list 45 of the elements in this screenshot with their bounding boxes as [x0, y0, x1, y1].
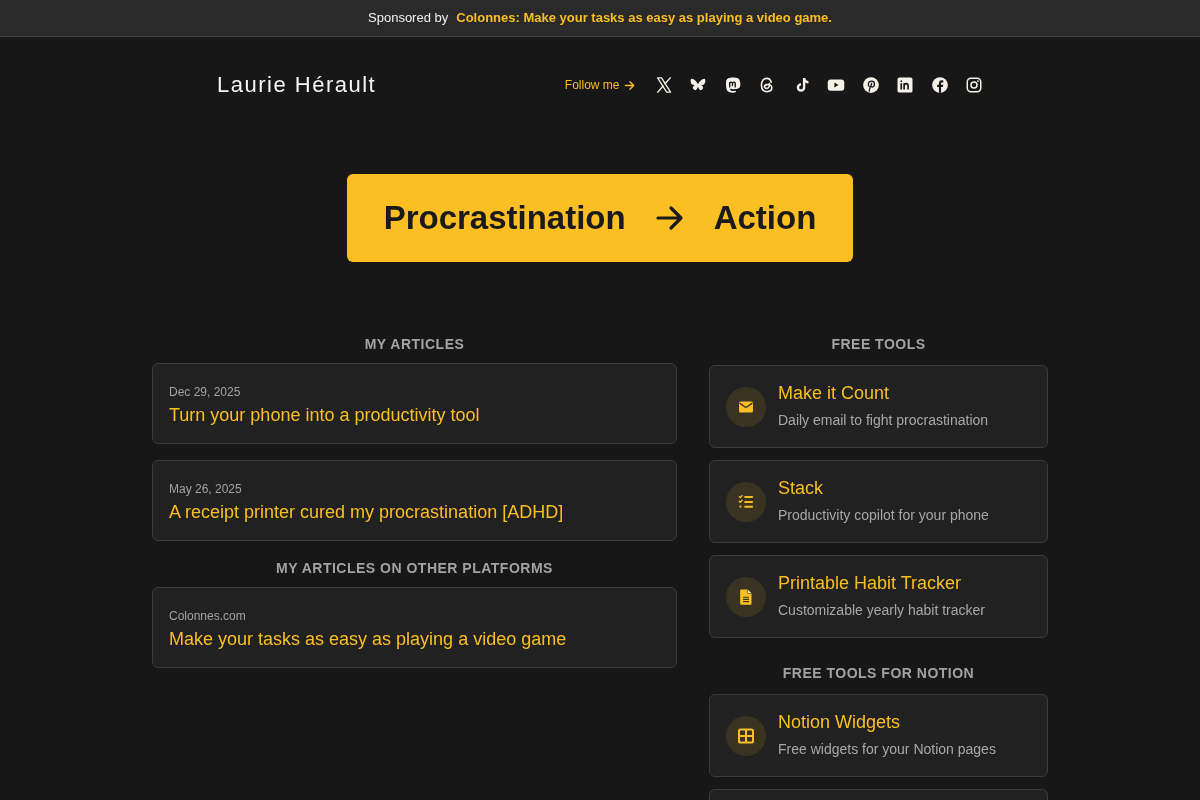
- section-heading: FREE TOOLS FOR NOTION: [781, 664, 976, 683]
- play-button-icon[interactable]: [827, 76, 845, 94]
- grid-icon: [726, 715, 766, 756]
- tool-name: Stack: [778, 477, 824, 500]
- p-circle-icon[interactable]: [861, 76, 880, 94]
- section-heading: FREE TOOLS: [830, 335, 927, 354]
- tool-card[interactable]: Stack Productivity copilot for your phone: [709, 460, 1048, 543]
- in-square-icon[interactable]: [896, 76, 914, 94]
- tool-description: Free widgets for your Notion pages: [778, 740, 996, 759]
- x-letter-icon[interactable]: [654, 76, 673, 94]
- section-heading: MY ARTICLES ON OTHER PLATFORMS: [275, 559, 554, 578]
- tool-description: Productivity copilot for your phone: [778, 506, 989, 525]
- section-heading: MY ARTICLES: [363, 335, 466, 354]
- article-title: Make your tasks as easy as playing a video game: [169, 628, 567, 651]
- tool-name: Notion Widgets: [778, 711, 901, 734]
- f-circle-icon[interactable]: [930, 76, 949, 94]
- hero-text: Procrastination: [383, 198, 626, 238]
- hero-text: Action: [713, 198, 817, 238]
- sponsor-label: Sponsored by: [368, 9, 449, 28]
- site-name-link[interactable]: Laurie Hérault: [217, 67, 377, 103]
- article-card[interactable]: Dec 29, 2025 Turn your phone into a productivity tool: [152, 363, 677, 444]
- tool-name: Printable Habit Tracker: [778, 572, 962, 595]
- follow-label: Follow me: [564, 77, 620, 93]
- tool-description: Daily email to fight procrastination: [778, 411, 989, 430]
- document-icon: [726, 576, 766, 617]
- checklist-icon: [726, 481, 766, 522]
- article-date: May 26, 2025: [169, 481, 242, 497]
- tool-description: Customizable yearly habit tracker: [778, 601, 985, 620]
- sponsor-link[interactable]: Colonnes: Make your tasks as easy as playing a video game.: [456, 8, 832, 28]
- tool-card[interactable]: Make it Count Daily email to fight procrastination: [709, 365, 1048, 448]
- camera-icon[interactable]: [965, 76, 983, 94]
- speech-bubble-icon[interactable]: [723, 76, 742, 94]
- article-source: Colonnes.com: [169, 608, 246, 624]
- tool-card[interactable]: Notion Widgets Free widgets for your Notion pages: [709, 694, 1048, 777]
- article-title: Turn your phone into a productivity tool: [169, 404, 480, 427]
- arrow-right-icon: [655, 204, 684, 232]
- article-title: A receipt printer cured my procrastination [ADHD]: [169, 501, 564, 524]
- at-sign-icon[interactable]: [758, 76, 776, 94]
- arrow-right-icon: [623, 79, 635, 91]
- article-date: Dec 29, 2025: [169, 384, 241, 400]
- tool-card[interactable]: Printable Habit Tracker Customizable yearly habit tracker: [709, 555, 1048, 638]
- article-card[interactable]: May 26, 2025 A receipt printer cured my procrastination [ADHD]: [152, 460, 677, 541]
- article-card[interactable]: Colonnes.com Make your tasks as easy as playing a video game: [152, 587, 677, 668]
- envelope-icon: [726, 386, 766, 427]
- tool-name: Make it Count: [778, 382, 890, 405]
